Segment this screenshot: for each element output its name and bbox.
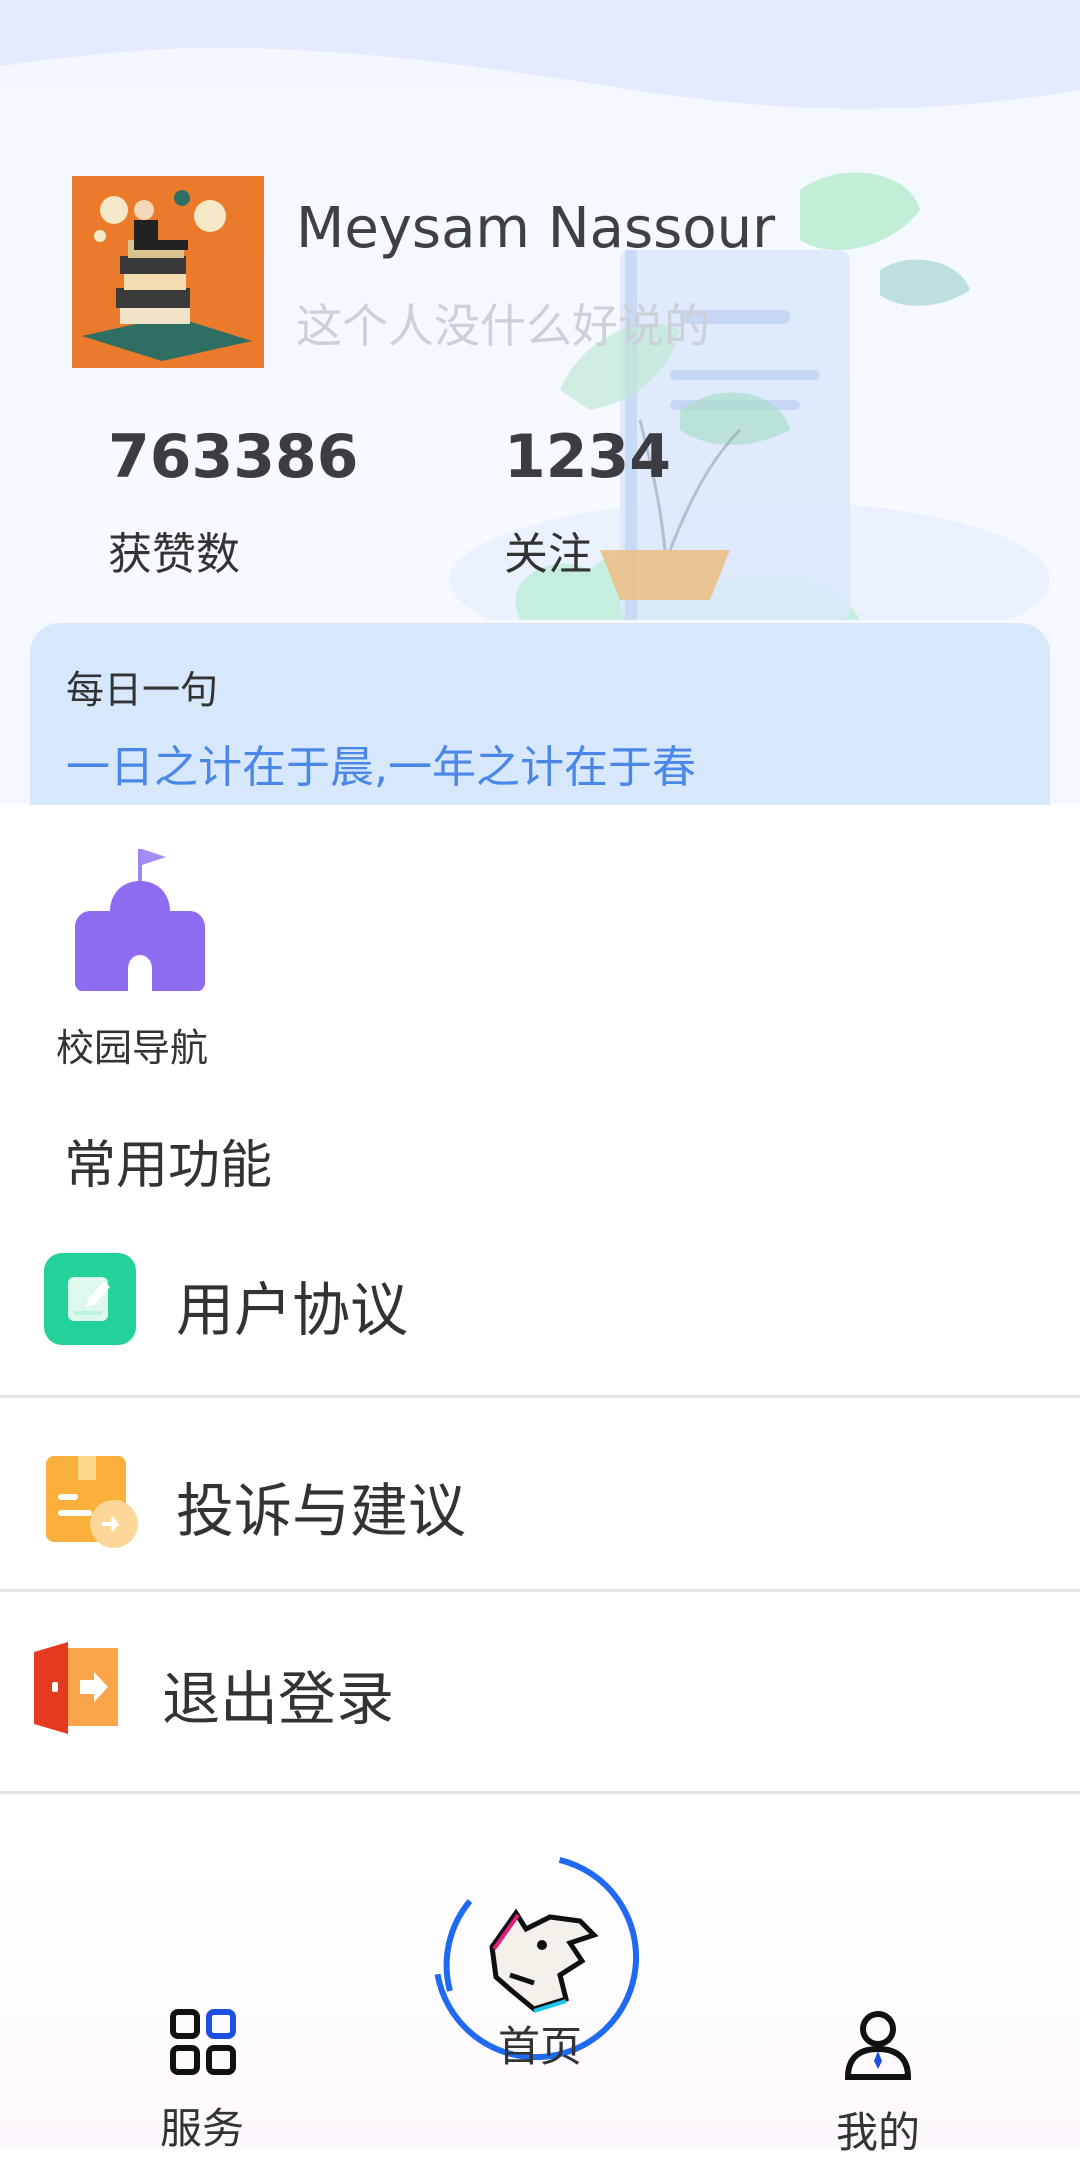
menu-item-logout[interactable]: 退出登录 [0, 1592, 1080, 1794]
bottom-tab-bar: 服务 首页 我的 [0, 1857, 1080, 2157]
likes-label: 获赞数 [108, 529, 240, 580]
tab-home[interactable]: 首页 [430, 1851, 650, 2071]
menu-item-complaint-suggestion[interactable]: 投诉与建议 [0, 1398, 1080, 1592]
avatar-image [72, 176, 264, 368]
common-functions-title: 常用功能 [64, 1136, 273, 1196]
profile-bio: 这个人没什么好说的 [296, 299, 710, 353]
header-wave-decoration [0, 0, 1080, 109]
campus-building-icon [75, 849, 205, 991]
user-profile-icon [844, 2011, 912, 2080]
avatar[interactable] [72, 176, 264, 368]
logout-label: 退出登录 [162, 1665, 395, 1733]
tab-home-label: 首页 [497, 2022, 582, 2071]
tab-profile[interactable]: 我的 [788, 2009, 968, 2157]
menu-item-user-agreement[interactable]: 用户协议 [0, 1235, 1080, 1398]
following-label[interactable]: 关注 [504, 518, 592, 582]
campus-navigation-tile[interactable]: 校园导航 [40, 841, 240, 1071]
main-content: 校园导航 常用功能 用户协议 投诉与建议 退出登录 [0, 805, 1080, 1865]
daily-quote-title: 每日一句 [66, 668, 219, 712]
profile-name: Meysam Nassour [296, 196, 776, 261]
following-count[interactable]: 1234 [504, 422, 671, 492]
user-agreement-icon [44, 1253, 136, 1345]
logout-icon [34, 1642, 118, 1734]
complaint-suggestion-icon [46, 1456, 138, 1548]
tab-services-label: 服务 [159, 2104, 244, 2153]
divider [0, 1791, 1080, 1794]
user-agreement-label: 用户协议 [176, 1276, 409, 1344]
complaint-suggestion-label: 投诉与建议 [176, 1477, 467, 1545]
daily-quote-card: 每日一句 一日之计在于晨,一年之计在于春 [30, 623, 1050, 805]
campus-navigation-label: 校园导航 [56, 1026, 209, 1070]
profile-header: Meysam Nassour 这个人没什么好说的 763386 获赞数 1234… [0, 0, 1080, 805]
tab-profile-label: 我的 [835, 2108, 920, 2157]
grid-services-icon [170, 2009, 236, 2075]
tab-services[interactable]: 服务 [112, 2009, 292, 2153]
daily-quote-text: 一日之计在于晨,一年之计在于春 [66, 742, 696, 793]
likes-count: 763386 [108, 422, 359, 492]
